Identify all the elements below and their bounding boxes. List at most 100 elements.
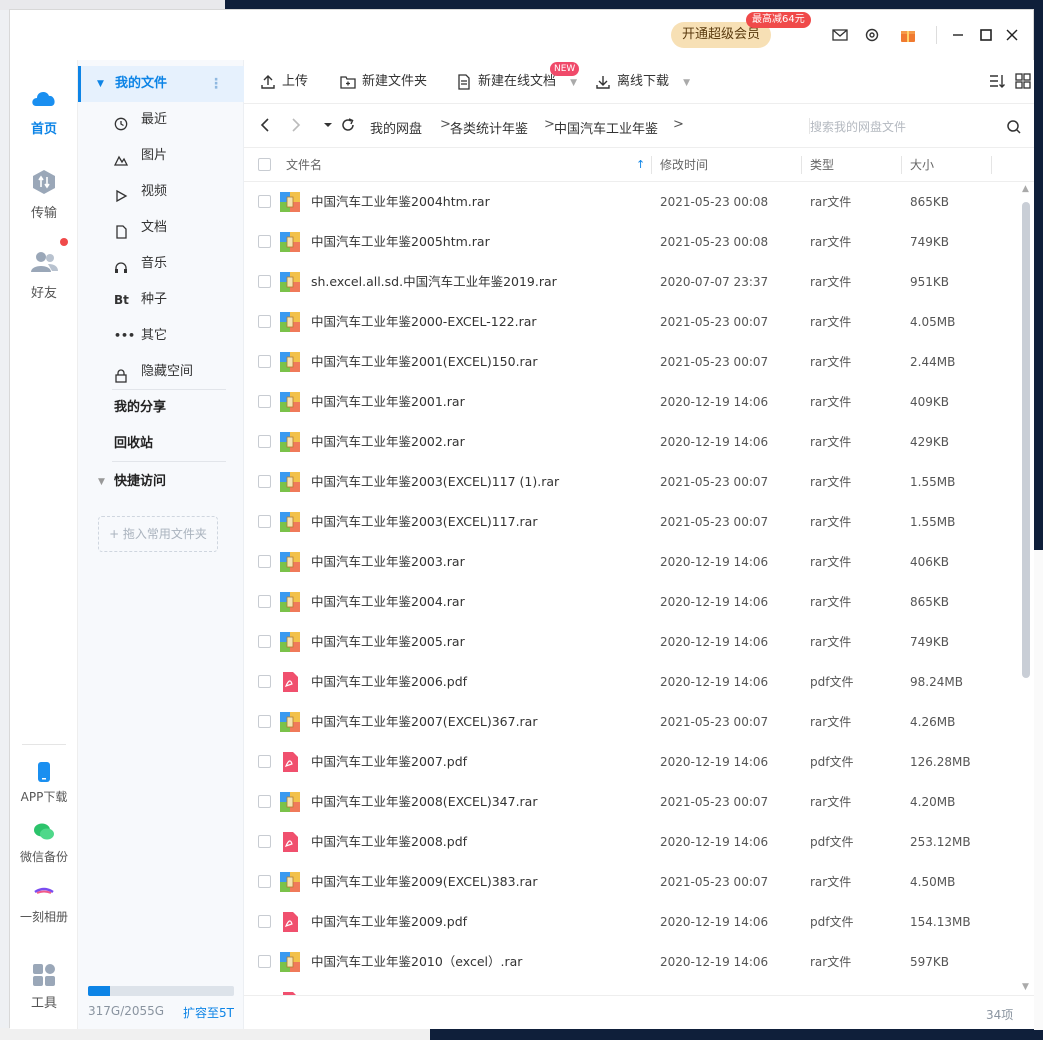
rail-tools[interactable]: 工具 [10,962,78,1011]
file-name[interactable]: 中国汽车工业年鉴2003(EXCEL)117.rar [311,502,537,542]
table-row[interactable]: 中国汽车工业年鉴2005htm.rar 2021-05-23 00:08 rar文件… [244,222,1022,262]
gift-icon[interactable] [899,26,917,44]
dropdown-arrow-icon[interactable]: ▼ [570,78,577,88]
nav-item-images[interactable]: 图片 [78,141,244,171]
offline-download-button[interactable]: 离线下载 ▼ [595,72,690,92]
sort-icon[interactable] [988,72,1006,90]
file-name[interactable]: 中国汽车工业年鉴2008.pdf [311,822,467,862]
file-name[interactable]: 中国汽车工业年鉴2010（excel）.rar [311,942,522,982]
minimize-icon[interactable] [949,26,967,44]
dropdown-arrow-icon[interactable]: ▼ [683,78,690,88]
search-icon[interactable] [1006,119,1022,135]
file-name[interactable]: 中国汽车工业年鉴2009.pdf [311,902,467,942]
file-name[interactable]: 中国汽车工业年鉴2004htm.rar [311,182,490,222]
scrollbar[interactable]: ▲ ▼ [1020,184,1032,994]
rail-home[interactable]: 首页 [10,82,78,137]
refresh-icon[interactable] [339,116,357,134]
nav-recycle-bin[interactable]: 回收站 [78,429,244,459]
rail-app-download[interactable]: APP下载 [10,760,78,805]
close-icon[interactable] [1003,26,1021,44]
back-arrow-icon[interactable] [257,116,275,134]
row-checkbox[interactable] [258,955,271,968]
table-row[interactable]: 中国汽车工业年鉴2008.pdf 2020-12-19 14:06 pdf文件 253… [244,822,1022,862]
nav-item-video[interactable]: 视频 [78,177,244,207]
row-checkbox[interactable] [258,675,271,688]
row-checkbox[interactable] [258,835,271,848]
scroll-up-icon[interactable]: ▲ [1022,184,1029,194]
table-row[interactable]: 中国汽车工业年鉴2008(EXCEL)347.rar 2021-05-23 00:… [244,782,1022,822]
table-row[interactable]: 中国汽车工业年鉴2010.pdf 2020-12-19 14:06 pdf文件 64.… [244,982,1022,995]
header-modified[interactable]: 修改时间 [660,148,708,182]
more-options-icon[interactable]: ⋮ [209,66,223,102]
file-name[interactable]: 中国汽车工业年鉴2007(EXCEL)367.rar [311,702,537,742]
row-checkbox[interactable] [258,635,271,648]
table-row[interactable]: 中国汽车工业年鉴2001.rar 2020-12-19 14:06 rar文件 409… [244,382,1022,422]
mail-icon[interactable] [831,26,849,44]
rail-friends[interactable]: 好友 [10,246,78,301]
table-row[interactable]: 中国汽车工业年鉴2003(EXCEL)117 (1).rar 2021-05-23… [244,462,1022,502]
row-checkbox[interactable] [258,595,271,608]
add-favorite-folder-dropzone[interactable]: + 拖入常用文件夹 [98,516,218,552]
table-row[interactable]: 中国汽车工业年鉴2002.rar 2020-12-19 14:06 rar文件 429… [244,422,1022,462]
file-name[interactable]: 中国汽车工业年鉴2004.rar [311,582,465,622]
row-checkbox[interactable] [258,435,271,448]
breadcrumb-level-1[interactable]: 各类统计年鉴 [450,118,528,137]
scrollbar-thumb[interactable] [1022,202,1030,678]
file-name[interactable]: 中国汽车工业年鉴2000-EXCEL-122.rar [311,302,537,342]
upload-button[interactable]: 上传 [260,72,308,92]
row-checkbox[interactable] [258,755,271,768]
table-row[interactable]: 中国汽车工业年鉴2009.pdf 2020-12-19 14:06 pdf文件 154… [244,902,1022,942]
nav-item-other[interactable]: ••• 其它 [78,321,244,351]
row-checkbox[interactable] [258,195,271,208]
row-checkbox[interactable] [258,555,271,568]
row-checkbox[interactable] [258,515,271,528]
rail-wechat-backup[interactable]: 微信备份 [10,820,78,865]
header-type[interactable]: 类型 [810,148,834,182]
sort-ascending-icon[interactable]: ↑ [636,148,645,182]
file-name[interactable]: 中国汽车工业年鉴2001(EXCEL)150.rar [311,342,537,382]
file-name[interactable]: 中国汽车工业年鉴2005htm.rar [311,222,490,262]
row-checkbox[interactable] [258,795,271,808]
nav-my-files[interactable]: ▼ 我的文件 ⋮ [78,66,244,102]
nav-item-hidden-space[interactable]: 隐藏空间 [78,357,244,387]
header-filename[interactable]: 文件名 [286,148,322,182]
file-name[interactable]: 中国汽车工业年鉴2007.pdf [311,742,467,782]
file-name[interactable]: 中国汽车工业年鉴2005.rar [311,622,465,662]
file-name[interactable]: 中国汽车工业年鉴2003(EXCEL)117 (1).rar [311,462,559,502]
maximize-icon[interactable] [977,26,995,44]
table-row[interactable]: 中国汽车工业年鉴2007.pdf 2020-12-19 14:06 pdf文件 126… [244,742,1022,782]
file-name[interactable]: 中国汽车工业年鉴2003.rar [311,542,465,582]
nav-quick-access[interactable]: ▼ 快捷访问 [78,467,244,497]
table-row[interactable]: 中国汽车工业年鉴2004htm.rar 2021-05-23 00:08 rar文件… [244,182,1022,222]
table-row[interactable]: 中国汽车工业年鉴2004.rar 2020-12-19 14:06 rar文件 865… [244,582,1022,622]
table-row[interactable]: 中国汽车工业年鉴2006.pdf 2020-12-19 14:06 pdf文件 98.… [244,662,1022,702]
new-folder-button[interactable]: 新建文件夹 [340,72,427,92]
row-checkbox[interactable] [258,915,271,928]
table-row[interactable]: 中国汽车工业年鉴2009(EXCEL)383.rar 2021-05-23 00:… [244,862,1022,902]
row-checkbox[interactable] [258,475,271,488]
file-name[interactable]: 中国汽车工业年鉴2008(EXCEL)347.rar [311,782,537,822]
breadcrumb-root[interactable]: 我的网盘 [370,118,422,137]
row-checkbox[interactable] [258,235,271,248]
table-row[interactable]: sh.excel.all.sd.中国汽车工业年鉴2019.rar 2020-07-… [244,262,1022,302]
select-all-checkbox[interactable] [258,158,271,171]
nav-item-music[interactable]: 音乐 [78,249,244,279]
table-row[interactable]: 中国汽车工业年鉴2005.rar 2020-12-19 14:06 rar文件 749… [244,622,1022,662]
grid-view-icon[interactable] [1014,72,1032,90]
row-checkbox[interactable] [258,315,271,328]
table-row[interactable]: 中国汽车工业年鉴2010（excel）.rar 2020-12-19 14:06 r… [244,942,1022,982]
row-checkbox[interactable] [258,715,271,728]
file-name[interactable]: sh.excel.all.sd.中国汽车工业年鉴2019.rar [311,262,557,302]
nav-my-share[interactable]: 我的分享 [78,393,244,423]
row-checkbox[interactable] [258,275,271,288]
settings-gear-icon[interactable] [863,26,881,44]
nav-item-torrent[interactable]: Bt 种子 [78,285,244,315]
rail-album[interactable]: 一刻相册 [10,880,78,925]
forward-arrow-icon[interactable] [286,116,304,134]
table-row[interactable]: 中国汽车工业年鉴2003(EXCEL)117.rar 2021-05-23 00:… [244,502,1022,542]
row-checkbox[interactable] [258,395,271,408]
file-name[interactable]: 中国汽车工业年鉴2001.rar [311,382,465,422]
history-dropdown-icon[interactable] [319,116,332,134]
file-name[interactable]: 中国汽车工业年鉴2002.rar [311,422,465,462]
table-row[interactable]: 中国汽车工业年鉴2003.rar 2020-12-19 14:06 rar文件 406… [244,542,1022,582]
